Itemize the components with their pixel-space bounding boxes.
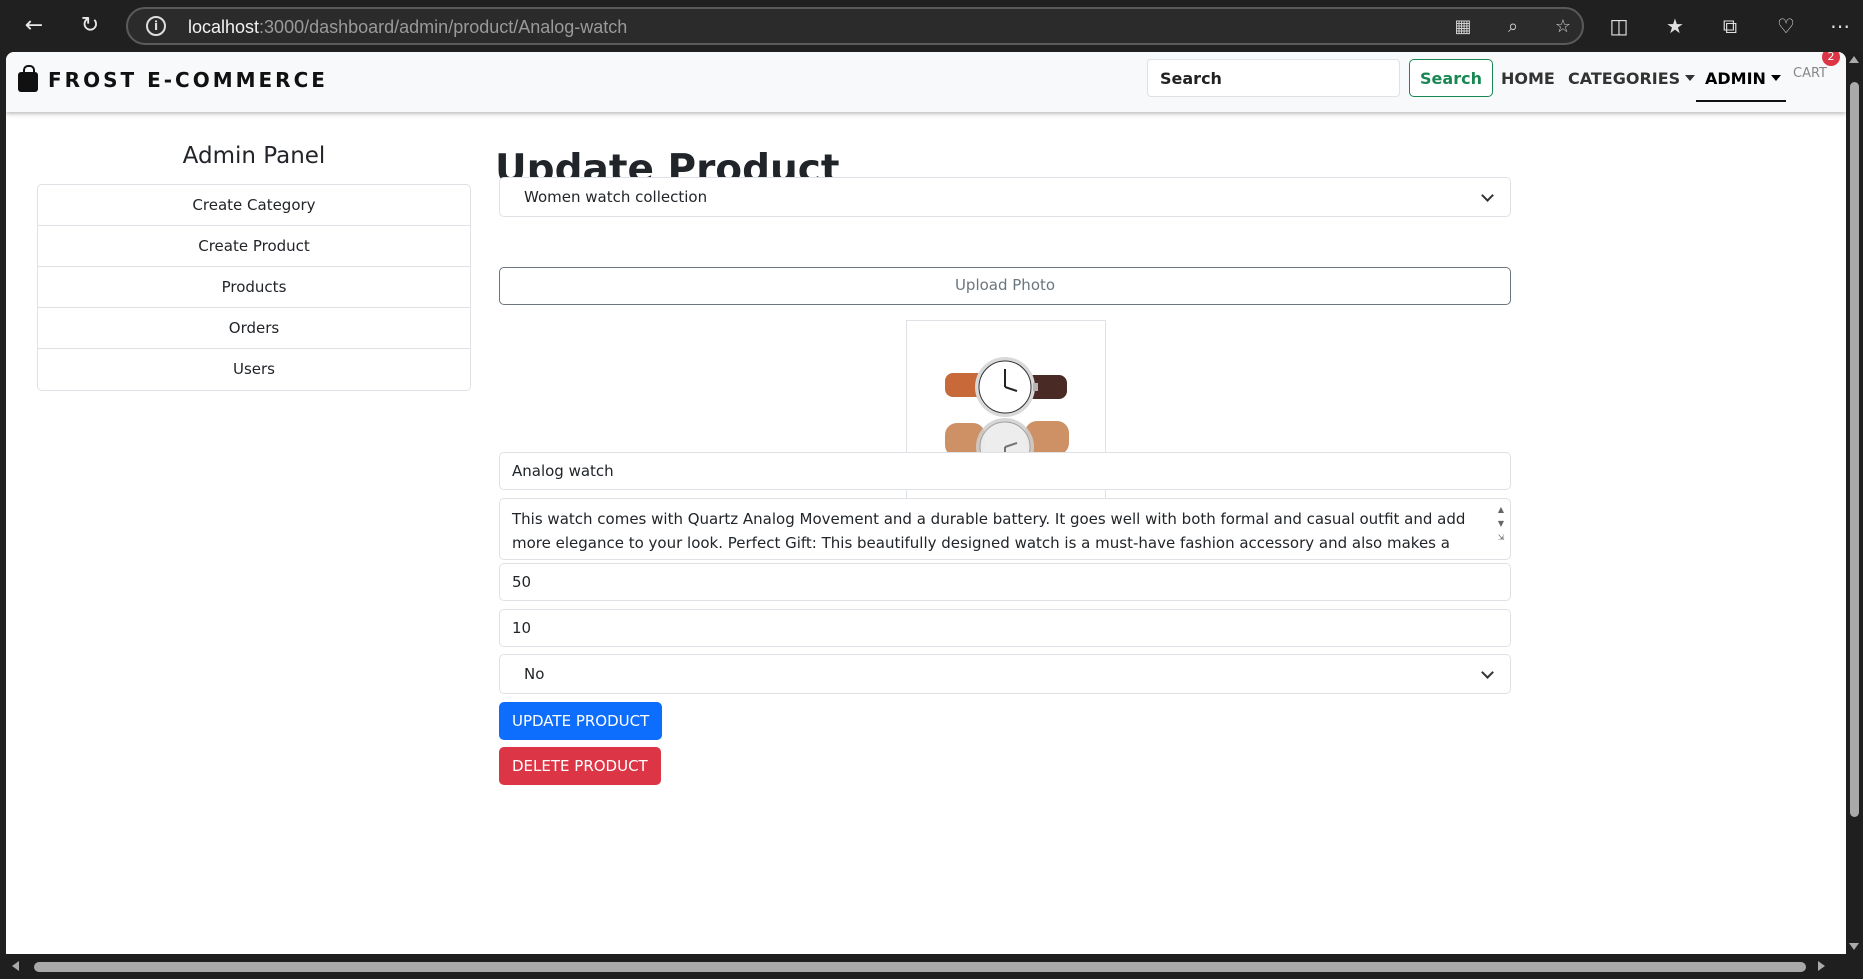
product-description-textarea[interactable]: This watch comes with Quartz Analog Move… — [499, 498, 1511, 560]
admin-menu-products[interactable]: Products — [38, 267, 470, 308]
shipping-select[interactable]: No — [499, 654, 1511, 694]
shopping-bag-icon — [18, 65, 38, 92]
site-info-icon[interactable]: i — [146, 16, 166, 36]
brand[interactable]: FROST E-COMMERCE — [18, 65, 328, 92]
split-screen-icon[interactable]: ◫ — [1605, 12, 1633, 40]
nav-admin-dropdown[interactable]: ADMIN — [1705, 69, 1781, 88]
price-input[interactable] — [499, 563, 1511, 601]
caret-down-icon — [1685, 75, 1696, 81]
address-bar[interactable]: i localhost:3000/dashboard/admin/product… — [126, 7, 1584, 45]
scroll-right-arrow-icon[interactable] — [1818, 961, 1825, 971]
collections-icon[interactable]: ⧉ — [1716, 12, 1744, 40]
star-icon[interactable]: ☆ — [1552, 16, 1574, 38]
nav-home-link[interactable]: HOME — [1501, 69, 1555, 88]
more-options-icon[interactable]: ⋯ — [1826, 12, 1854, 40]
chevron-down-icon — [1481, 666, 1494, 679]
textarea-scrollbar[interactable]: ▲ ▼ ⇲ — [1496, 503, 1506, 555]
category-select[interactable]: Women watch collection — [499, 177, 1511, 217]
refresh-icon[interactable]: ↻ — [74, 10, 106, 42]
app-grid-icon[interactable]: ▦ — [1452, 16, 1474, 38]
favorites-icon[interactable]: ★ — [1661, 12, 1689, 40]
admin-menu-create-category[interactable]: Create Category — [38, 185, 470, 226]
shipping-select-value: No — [524, 665, 545, 683]
health-icon[interactable]: ♡ — [1772, 12, 1800, 40]
search-input[interactable] — [1147, 59, 1400, 97]
horizontal-scroll-thumb[interactable] — [34, 962, 1806, 972]
horizontal-scrollbar[interactable] — [0, 954, 1863, 979]
scroll-down-arrow-icon[interactable] — [1849, 943, 1859, 950]
back-arrow-icon[interactable]: ← — [18, 10, 50, 42]
product-photo — [906, 320, 1106, 520]
category-select-value: Women watch collection — [524, 188, 708, 206]
active-nav-indicator — [1696, 100, 1786, 102]
search-button[interactable]: Search — [1409, 59, 1493, 97]
delete-product-button[interactable]: DELETE PRODUCT — [499, 747, 661, 785]
vertical-scrollbar[interactable] — [1846, 52, 1863, 954]
cart-count-badge: 2 — [1822, 52, 1840, 66]
scroll-left-arrow-icon[interactable] — [12, 961, 19, 971]
brand-name: FROST E-COMMERCE — [48, 68, 328, 92]
scroll-up-arrow-icon[interactable] — [1849, 56, 1859, 63]
upload-photo-button[interactable]: Upload Photo — [499, 267, 1511, 305]
admin-menu-users[interactable]: Users — [38, 349, 470, 390]
product-name-input[interactable] — [499, 452, 1511, 490]
quantity-input[interactable] — [499, 609, 1511, 647]
vertical-scroll-thumb[interactable] — [1850, 82, 1859, 817]
url-text[interactable]: localhost:3000/dashboard/admin/product/A… — [188, 17, 627, 38]
navbar: FROST E-COMMERCE Search HOME CATEGORIES … — [6, 52, 1846, 112]
update-product-button[interactable]: UPDATE PRODUCT — [499, 702, 663, 740]
admin-menu: Create Category Create Product Products … — [37, 184, 471, 391]
admin-menu-create-product[interactable]: Create Product — [38, 226, 470, 267]
chevron-down-icon — [1481, 189, 1494, 202]
description-text: This watch comes with Quartz Analog Move… — [512, 510, 1466, 559]
admin-panel-title: Admin Panel — [182, 143, 326, 169]
nav-categories-dropdown[interactable]: CATEGORIES — [1568, 69, 1696, 88]
admin-menu-orders[interactable]: Orders — [38, 308, 470, 349]
browser-toolbar: ← ↻ i localhost:3000/dashboard/admin/pro… — [0, 0, 1863, 52]
cart-link[interactable]: CART — [1793, 66, 1827, 81]
caret-down-icon — [1770, 75, 1781, 81]
page-viewport: FROST E-COMMERCE Search HOME CATEGORIES … — [6, 52, 1846, 954]
zoom-out-icon[interactable]: ⌕ — [1502, 16, 1524, 38]
